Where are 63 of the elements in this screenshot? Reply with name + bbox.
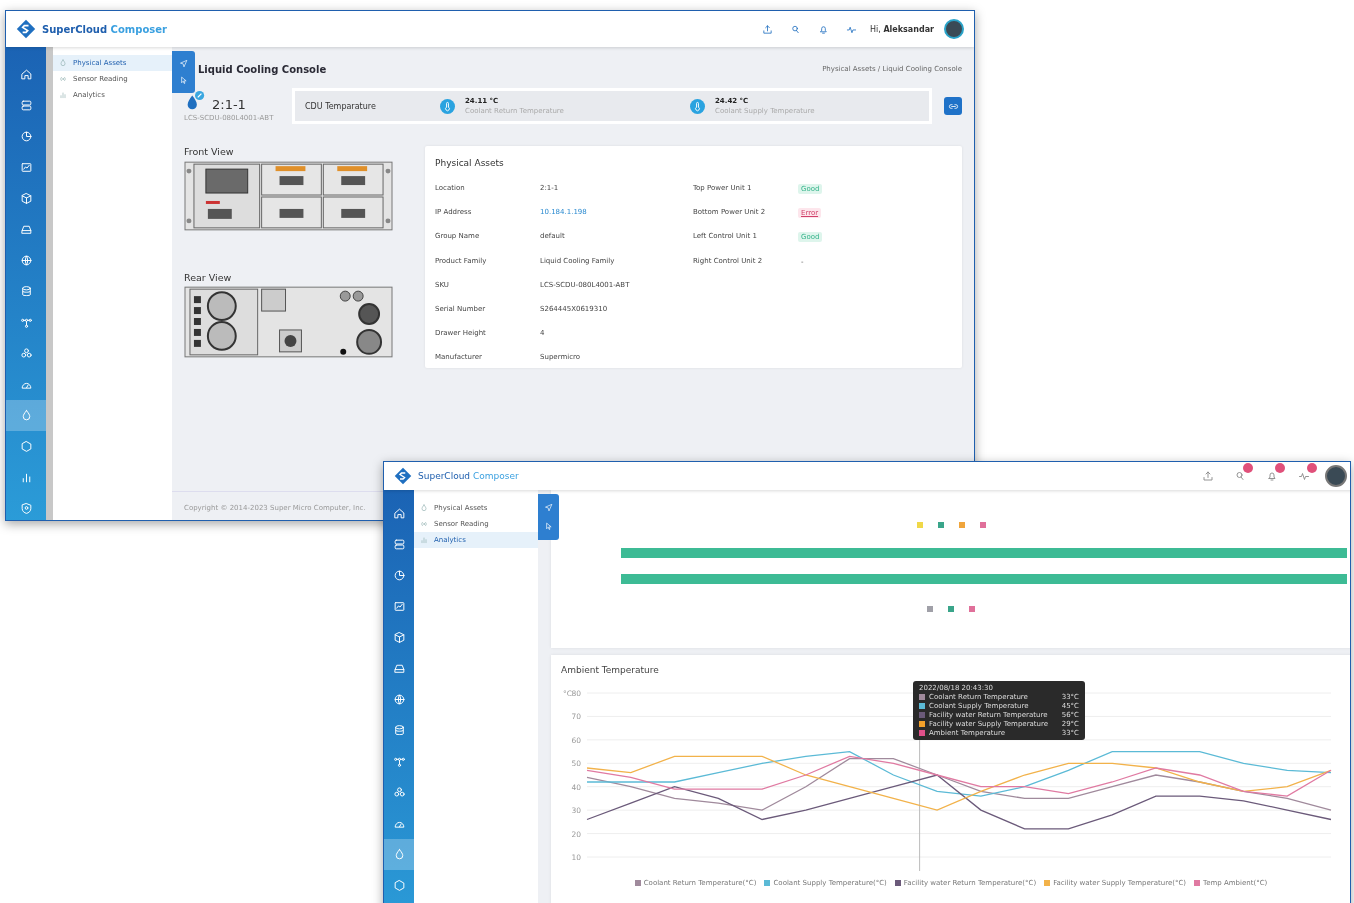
logo-icon: [394, 467, 412, 485]
pointer-icon: [544, 521, 553, 531]
logo-icon: [16, 19, 36, 39]
navigation-icon: [544, 503, 553, 513]
link-button[interactable]: [944, 97, 962, 115]
pointer-button[interactable]: [179, 76, 188, 85]
bell-icon: [817, 23, 829, 35]
app-name: SuperCloud Composer: [42, 23, 167, 35]
navigation-icon: [179, 59, 188, 68]
signal-icon: [59, 75, 67, 83]
cube-icon: [19, 192, 33, 205]
card-title: Physical Assets: [435, 158, 505, 168]
bar-chart-icon: [420, 536, 428, 544]
home-icon: [19, 68, 33, 81]
nav-item[interactable]: [384, 839, 414, 870]
upload-icon: [761, 23, 773, 35]
pulse-icon: [1298, 470, 1310, 482]
signal-icon: [420, 520, 428, 528]
app-name: SuperCloud Composer: [418, 471, 519, 481]
nav-item[interactable]: [6, 400, 46, 431]
droplet-icon: [420, 504, 428, 512]
database-icon: [19, 285, 33, 298]
section-title: Front View: [184, 146, 235, 157]
line-chart-icon: [19, 161, 33, 174]
drive-icon: [19, 223, 33, 236]
user-greeting: Hi, Aleksandar: [870, 24, 934, 34]
pie-chart-icon: [392, 569, 406, 582]
globe-icon: [392, 693, 406, 706]
cube-icon: [392, 631, 406, 644]
search-icon: [1234, 470, 1246, 482]
server-icon: [392, 538, 406, 551]
server-icon: [19, 99, 33, 112]
droplet-icon: [59, 59, 67, 67]
avatar[interactable]: [944, 19, 964, 39]
thermometer-icon: [690, 98, 705, 114]
cluster-icon: [392, 786, 406, 799]
section-title: Rear View: [184, 272, 233, 283]
database-icon: [392, 724, 406, 737]
card-title: CDU Temparature: [305, 101, 377, 111]
drive-icon: [392, 662, 406, 675]
search-icon: [789, 23, 801, 35]
navigation-button[interactable]: [179, 59, 188, 68]
line-chart-icon: [392, 600, 406, 613]
network-icon: [392, 755, 406, 768]
shield-icon: [19, 502, 33, 515]
upload-icon: [1202, 470, 1214, 482]
network-icon: [19, 316, 33, 329]
pie-chart-icon: [19, 130, 33, 143]
cluster-icon: [19, 347, 33, 360]
avatar[interactable]: [1325, 465, 1347, 487]
pointer-icon: [179, 76, 188, 85]
globe-icon: [19, 254, 33, 267]
device-name: 2:1-1: [212, 97, 246, 112]
thermometer-icon: [440, 98, 455, 114]
home-icon: [392, 507, 406, 520]
pointer-button[interactable]: [544, 521, 553, 531]
hexagon-icon: [392, 879, 406, 892]
bar-chart-icon: [59, 91, 67, 99]
bell-icon: [1266, 470, 1278, 482]
chart-title: Ambient Temperature: [561, 665, 660, 675]
navigation-button[interactable]: [544, 503, 553, 513]
hexagon-icon: [19, 440, 33, 453]
page-title: Liquid Cooling Console: [198, 63, 327, 75]
